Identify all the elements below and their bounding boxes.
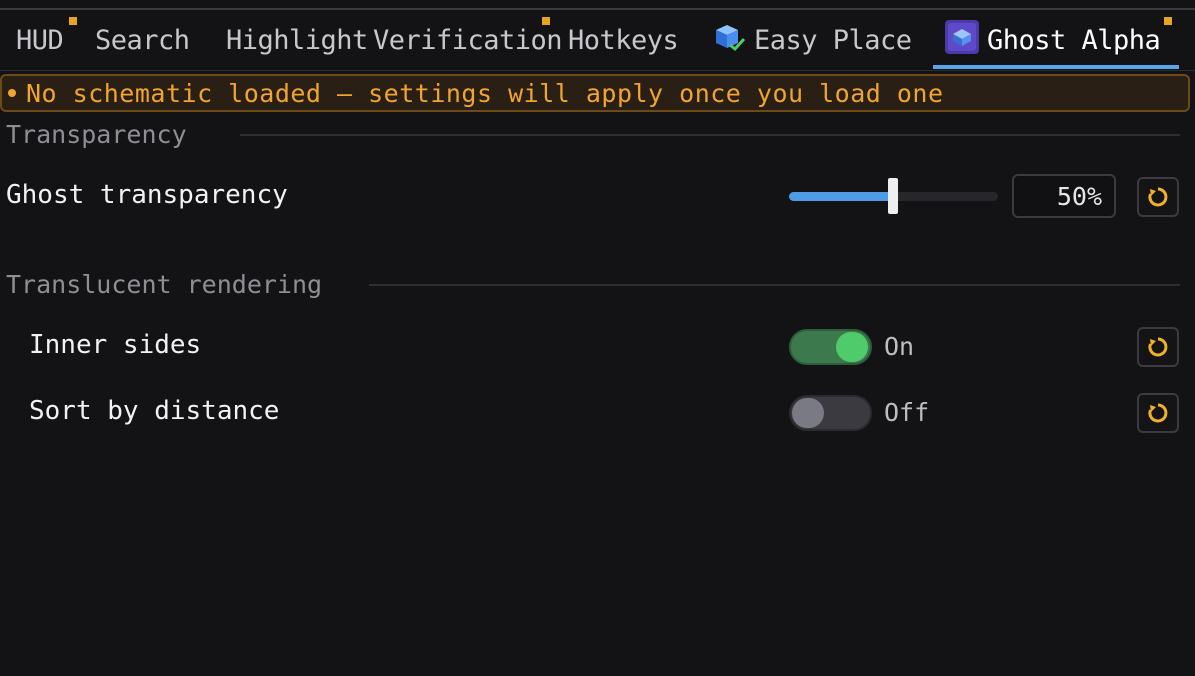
tab-ghost-alpha[interactable]: Ghost Alpha bbox=[945, 10, 1172, 70]
sort-by-distance-toggle[interactable] bbox=[789, 395, 872, 431]
blue-cube-check-icon bbox=[712, 22, 746, 59]
tab-label: Hotkeys bbox=[568, 24, 679, 56]
section-header-translucent-rendering: Translucent rendering bbox=[6, 266, 322, 302]
modified-indicator bbox=[542, 17, 550, 25]
toggle-knob bbox=[792, 398, 824, 428]
slider-fill bbox=[789, 192, 893, 201]
ghost-transparency-slider[interactable] bbox=[789, 178, 998, 214]
reset-inner-sides-button[interactable] bbox=[1137, 327, 1179, 367]
reset-icon bbox=[1148, 403, 1168, 423]
tab-hotkeys[interactable]: Hotkeys bbox=[568, 10, 679, 70]
tab-label: Verification bbox=[373, 24, 563, 56]
inner-sides-label: Inner sides bbox=[29, 330, 202, 360]
tab-label: HUD bbox=[16, 24, 64, 56]
tab-easy-place[interactable]: Easy Place bbox=[712, 10, 912, 70]
slider-thumb[interactable] bbox=[888, 178, 898, 214]
tab-label: Search bbox=[95, 24, 190, 56]
tab-label: Highlight bbox=[226, 24, 368, 56]
ghost-block-icon bbox=[945, 19, 979, 61]
tab-highlight[interactable]: Highlight bbox=[226, 10, 368, 70]
settings-panel: HUD Search Highlight Verification Hotkey… bbox=[0, 0, 1195, 676]
tab-verification[interactable]: Verification bbox=[373, 10, 563, 70]
reset-sort-by-distance-button[interactable] bbox=[1137, 393, 1179, 433]
ghost-transparency-label: Ghost transparency bbox=[6, 180, 288, 210]
tab-divider bbox=[0, 70, 1195, 71]
tab-bar: HUD Search Highlight Verification Hotkey… bbox=[0, 10, 1195, 70]
toggle-knob bbox=[836, 332, 868, 362]
section-title: Transparency bbox=[6, 119, 187, 149]
inner-sides-toggle[interactable] bbox=[789, 329, 872, 365]
ghost-transparency-value: 50% bbox=[1056, 181, 1102, 211]
warning-text: No schematic loaded — settings will appl… bbox=[26, 78, 944, 108]
tab-label: Ghost Alpha bbox=[987, 24, 1161, 56]
tab-hud[interactable]: HUD bbox=[16, 10, 77, 70]
ghost-transparency-value-input[interactable]: 50% bbox=[1012, 174, 1116, 218]
modified-indicator bbox=[1164, 17, 1172, 25]
tab-label: Easy Place bbox=[754, 24, 912, 56]
active-tab-underline bbox=[933, 65, 1179, 69]
section-divider bbox=[369, 284, 1180, 286]
modified-indicator bbox=[69, 17, 77, 25]
sort-by-distance-state: Off bbox=[884, 398, 930, 427]
reset-ghost-transparency-button[interactable] bbox=[1137, 177, 1179, 217]
tab-search[interactable]: Search bbox=[95, 10, 190, 70]
inner-sides-state: On bbox=[884, 332, 915, 361]
sort-by-distance-label: Sort by distance bbox=[29, 396, 280, 426]
reset-icon bbox=[1148, 187, 1168, 207]
reset-icon bbox=[1148, 337, 1168, 357]
section-title: Translucent rendering bbox=[6, 269, 323, 299]
no-schematic-warning: No schematic loaded — settings will appl… bbox=[0, 74, 1190, 112]
section-header-transparency: Transparency bbox=[6, 116, 187, 152]
section-divider bbox=[240, 134, 1180, 136]
warning-bullet-icon bbox=[8, 89, 16, 97]
